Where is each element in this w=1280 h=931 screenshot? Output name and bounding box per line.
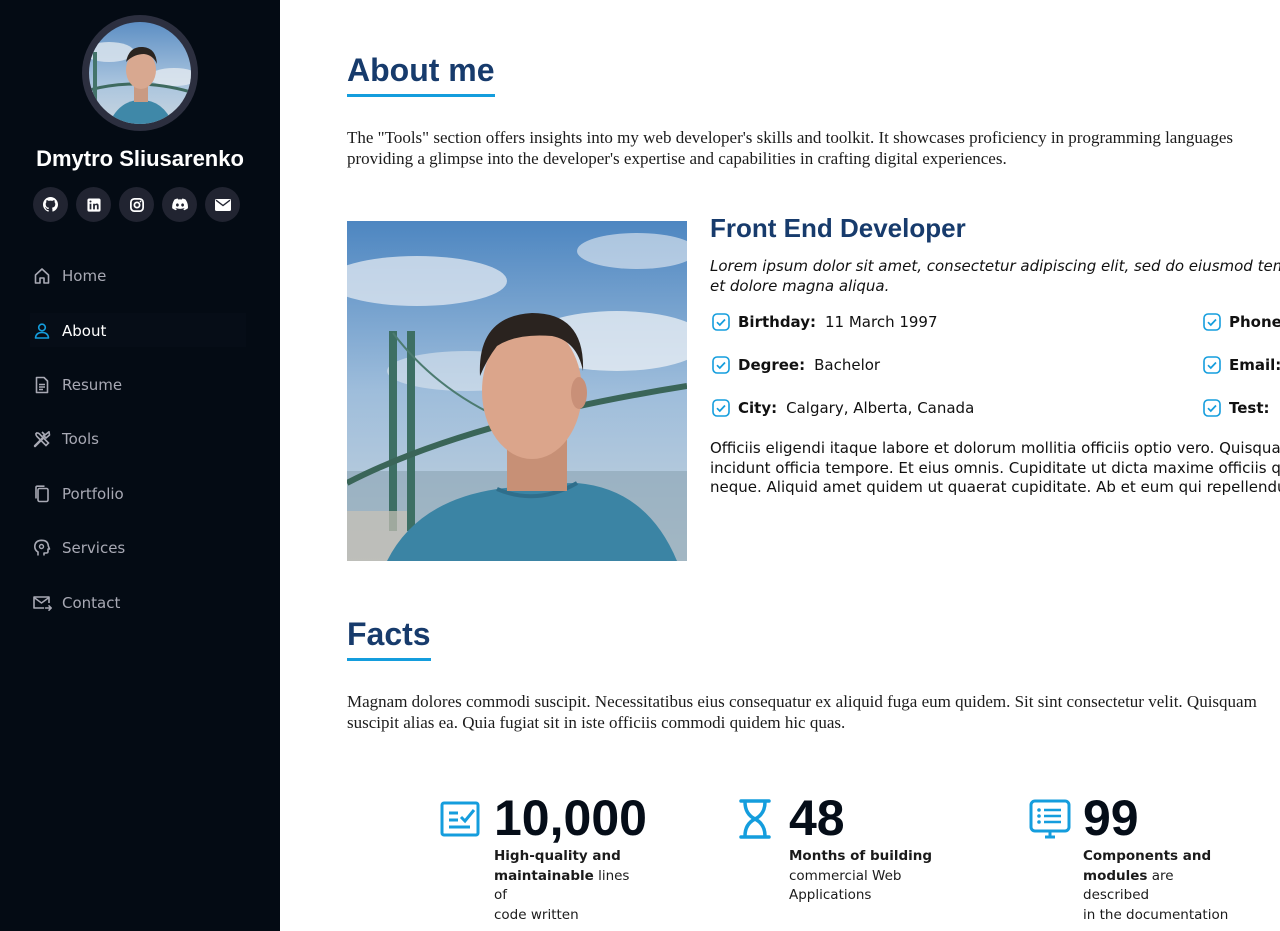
fact-desc-bold: Months of building <box>789 848 933 864</box>
about-title: About me <box>347 52 495 97</box>
main-nav: Home About Resume Tools Portfolio Servic… <box>0 249 280 630</box>
check-icon <box>1203 313 1221 331</box>
info-label: Phone: <box>1229 313 1280 331</box>
about-intro-line: providing a glimpse into the developer's… <box>347 149 1007 168</box>
check-icon <box>1203 399 1221 417</box>
services-icon <box>32 538 52 558</box>
avatar-image <box>89 22 191 124</box>
nav-label: Contact <box>62 593 121 612</box>
file-icon <box>32 375 52 395</box>
info-label: Test: <box>1229 399 1270 417</box>
fact-number: 99 <box>1083 790 1139 846</box>
nav-label: Services <box>62 539 126 558</box>
info-test: Test: <box>1203 399 1279 417</box>
facts-intro: Magnam dolores commodi suscipit. Necessi… <box>347 691 1280 733</box>
info-value: Calgary, Alberta, Canada <box>786 399 975 417</box>
role-desc-line: Lorem ipsum dolor sit amet, consectetur … <box>710 257 1280 275</box>
fact-months: 48 Months of building commercial Web App… <box>735 792 939 906</box>
info-birthday: Birthday: 11 March 1997 <box>712 313 938 331</box>
fact-description: Months of building commercial Web Applic… <box>789 847 939 906</box>
linkedin-icon <box>86 197 101 212</box>
sidebar: Dmytro Sliusarenko Home About Resume Too… <box>0 0 280 931</box>
body-line: incidunt officia tempore. Et eius omnis.… <box>710 458 1280 477</box>
fact-number: 10,000 <box>494 790 647 846</box>
nav-label: Tools <box>62 430 99 449</box>
about-intro-line: The "Tools" section offers insights into… <box>347 128 1234 147</box>
info-phone: Phone: <box>1203 313 1280 331</box>
fact-desc-text: commercial Web <box>789 867 902 884</box>
role-title: Front End Developer <box>710 213 966 243</box>
fact-description: Components and modules are described in … <box>1083 847 1233 925</box>
check-icon <box>1203 356 1221 374</box>
instagram-link[interactable] <box>119 187 154 222</box>
facts-intro-line: suscipit alias ea. Quia fugiat sit in is… <box>347 713 846 732</box>
fact-desc-bold: modules <box>1083 867 1148 884</box>
info-label: Email: <box>1229 356 1280 374</box>
nav-item-services[interactable]: Services <box>0 521 280 575</box>
github-link[interactable] <box>33 187 68 222</box>
email-link[interactable] <box>205 187 240 222</box>
discord-icon <box>171 198 188 211</box>
body-line: neque. Aliquid amet quidem ut quaerat cu… <box>710 478 1280 497</box>
profile-photo <box>347 221 687 561</box>
info-value: Bachelor <box>814 356 881 374</box>
fact-desc-text: code written <box>494 906 579 923</box>
github-icon <box>43 197 58 212</box>
fact-number: 48 <box>789 790 845 846</box>
list-screen-icon <box>1029 798 1073 842</box>
nav-label: About <box>62 321 107 340</box>
nav-item-tools[interactable]: Tools <box>0 412 280 466</box>
info-email: Email: <box>1203 356 1280 374</box>
email-icon <box>214 198 231 211</box>
nav-item-portfolio[interactable]: Portfolio <box>0 467 280 521</box>
info-label: Birthday: <box>738 313 816 331</box>
fact-desc-text: in the documentation <box>1083 906 1229 923</box>
fact-desc-text: Applications <box>789 887 872 903</box>
info-label: City: <box>738 399 778 417</box>
profile-name: Dmytro Sliusarenko <box>36 146 244 171</box>
about-body-text: Officiis eligendi itaque labore et dolor… <box>710 439 1280 498</box>
check-icon <box>712 399 730 417</box>
nav-item-about[interactable]: About <box>0 303 280 357</box>
body-line: Officiis eligendi itaque labore et dolor… <box>710 439 1280 457</box>
check-icon <box>712 313 730 331</box>
info-city: City: Calgary, Alberta, Canada <box>712 399 974 417</box>
info-value: 11 March 1997 <box>825 313 938 331</box>
role-desc-line: et dolore magna aliqua. <box>710 276 890 295</box>
envelope-icon <box>32 593 52 613</box>
main-content: About me The "Tools" section offers insi… <box>347 0 1280 931</box>
home-icon <box>32 266 52 286</box>
discord-link[interactable] <box>162 187 197 222</box>
role-description: Lorem ipsum dolor sit amet, consectetur … <box>710 257 1280 296</box>
nav-item-home[interactable]: Home <box>0 249 280 303</box>
tools-icon <box>32 429 52 449</box>
nav-label: Portfolio <box>62 484 124 503</box>
fact-desc-bold: High-quality and <box>494 848 621 864</box>
linkedin-link[interactable] <box>76 187 111 222</box>
files-icon <box>32 484 52 504</box>
nav-item-resume[interactable]: Resume <box>0 358 280 412</box>
nav-label: Resume <box>62 375 123 394</box>
nav-label: Home <box>62 267 107 286</box>
fact-components: 99 Components and modules are described … <box>1029 792 1233 925</box>
about-intro: The "Tools" section offers insights into… <box>347 127 1280 169</box>
facts-intro-line: Magnam dolores commodi suscipit. Necessi… <box>347 692 1257 711</box>
user-icon <box>32 321 52 341</box>
info-degree: Degree: Bachelor <box>712 356 880 374</box>
facts-title: Facts <box>347 616 431 661</box>
fact-desc-bold: maintainable <box>494 867 594 884</box>
instagram-icon <box>129 197 144 212</box>
info-label: Degree: <box>738 356 806 374</box>
fact-lines-of-code: 10,000 High-quality and maintainable lin… <box>440 792 647 925</box>
social-links <box>33 187 240 222</box>
fact-description: High-quality and maintainable lines of c… <box>494 847 644 925</box>
nav-item-contact[interactable]: Contact <box>0 575 280 629</box>
avatar <box>82 15 198 131</box>
hourglass-icon <box>735 798 779 842</box>
checklist-icon <box>440 798 484 842</box>
fact-desc-bold: Components and <box>1083 848 1212 864</box>
check-icon <box>712 356 730 374</box>
